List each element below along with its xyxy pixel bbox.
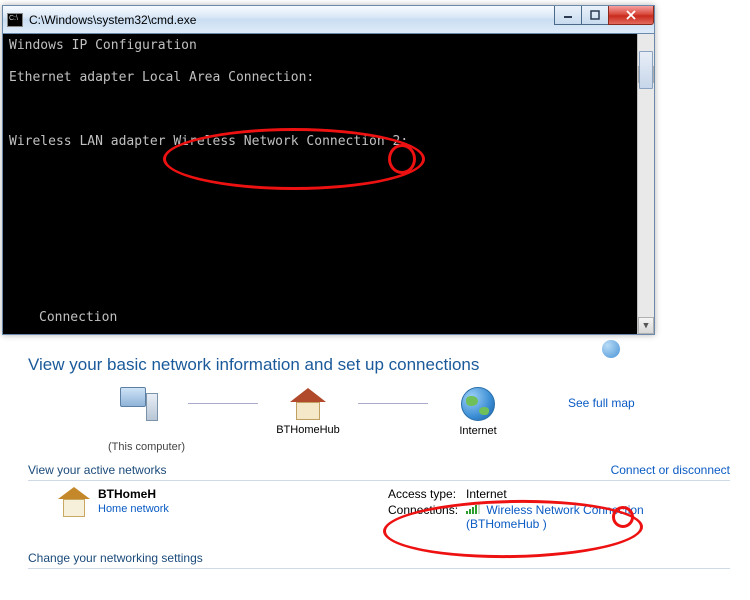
page-title: View your basic network information and … [28, 355, 730, 375]
node-this-computer [68, 387, 208, 437]
minimize-button[interactable] [554, 6, 582, 25]
vertical-scrollbar[interactable]: ▲ ▼ [637, 34, 654, 334]
router-icon [290, 388, 326, 420]
see-full-map[interactable]: See full map [568, 396, 635, 410]
output-line: Wireless LAN adapter Wireless Network Co… [9, 134, 408, 149]
refresh-icon[interactable] [602, 340, 620, 358]
node-label [136, 425, 139, 437]
home-network-link[interactable]: Home network [98, 503, 169, 515]
network-name: BTHomeH [98, 487, 169, 501]
terminal-output[interactable]: Windows IP Configuration Ethernet adapte… [3, 34, 654, 334]
active-networks-header: View your active networks Connect or dis… [28, 463, 730, 481]
output-line: Ethernet adapter Local Area Connection: [9, 70, 314, 85]
output-line: Windows IP Configuration [9, 38, 197, 53]
network-sharing-panel: View your basic network information and … [28, 355, 730, 573]
section-title: Change your networking settings [28, 551, 203, 565]
window-controls [555, 6, 654, 25]
network-identity: BTHomeH Home network [58, 487, 358, 533]
change-settings-header: Change your networking settings [28, 551, 730, 569]
network-details: Access type: Internet Connections: Wirel… [388, 487, 644, 533]
active-network-row: BTHomeH Home network Access type: Intern… [28, 487, 730, 533]
access-type-value: Internet [466, 487, 507, 501]
computer-icon [118, 387, 158, 421]
see-full-map-link[interactable]: See full map [568, 396, 635, 410]
connections-label: Connections: [388, 503, 466, 531]
this-computer-label: (This computer) [108, 441, 730, 453]
connect-disconnect-link[interactable]: Connect or disconnect [611, 463, 730, 477]
network-map: BTHomeHub Internet See full map [68, 387, 730, 437]
close-button[interactable] [608, 6, 654, 25]
node-label: BTHomeHub [276, 424, 340, 436]
access-type-label: Access type: [388, 487, 466, 501]
globe-icon [461, 387, 495, 421]
connector-line [358, 403, 428, 404]
titlebar[interactable]: C:\ C:\Windows\system32\cmd.exe [3, 6, 654, 34]
output-line: Connection [39, 310, 117, 326]
connection-link[interactable]: Wireless Network Connection(BTHomeHub ) [466, 503, 644, 531]
cmd-icon: C:\ [7, 13, 23, 27]
connector-line [188, 403, 258, 404]
home-network-icon [58, 487, 90, 517]
scroll-thumb[interactable] [639, 51, 653, 89]
node-router: BTHomeHub [238, 388, 378, 436]
signal-icon [466, 504, 480, 514]
scroll-down-arrow[interactable]: ▼ [638, 317, 654, 334]
maximize-button[interactable] [581, 6, 609, 25]
cmd-window: C:\ C:\Windows\system32\cmd.exe Windows … [2, 5, 655, 335]
node-internet: Internet [408, 387, 548, 437]
section-title: View your active networks [28, 463, 167, 477]
node-label: Internet [459, 425, 496, 437]
